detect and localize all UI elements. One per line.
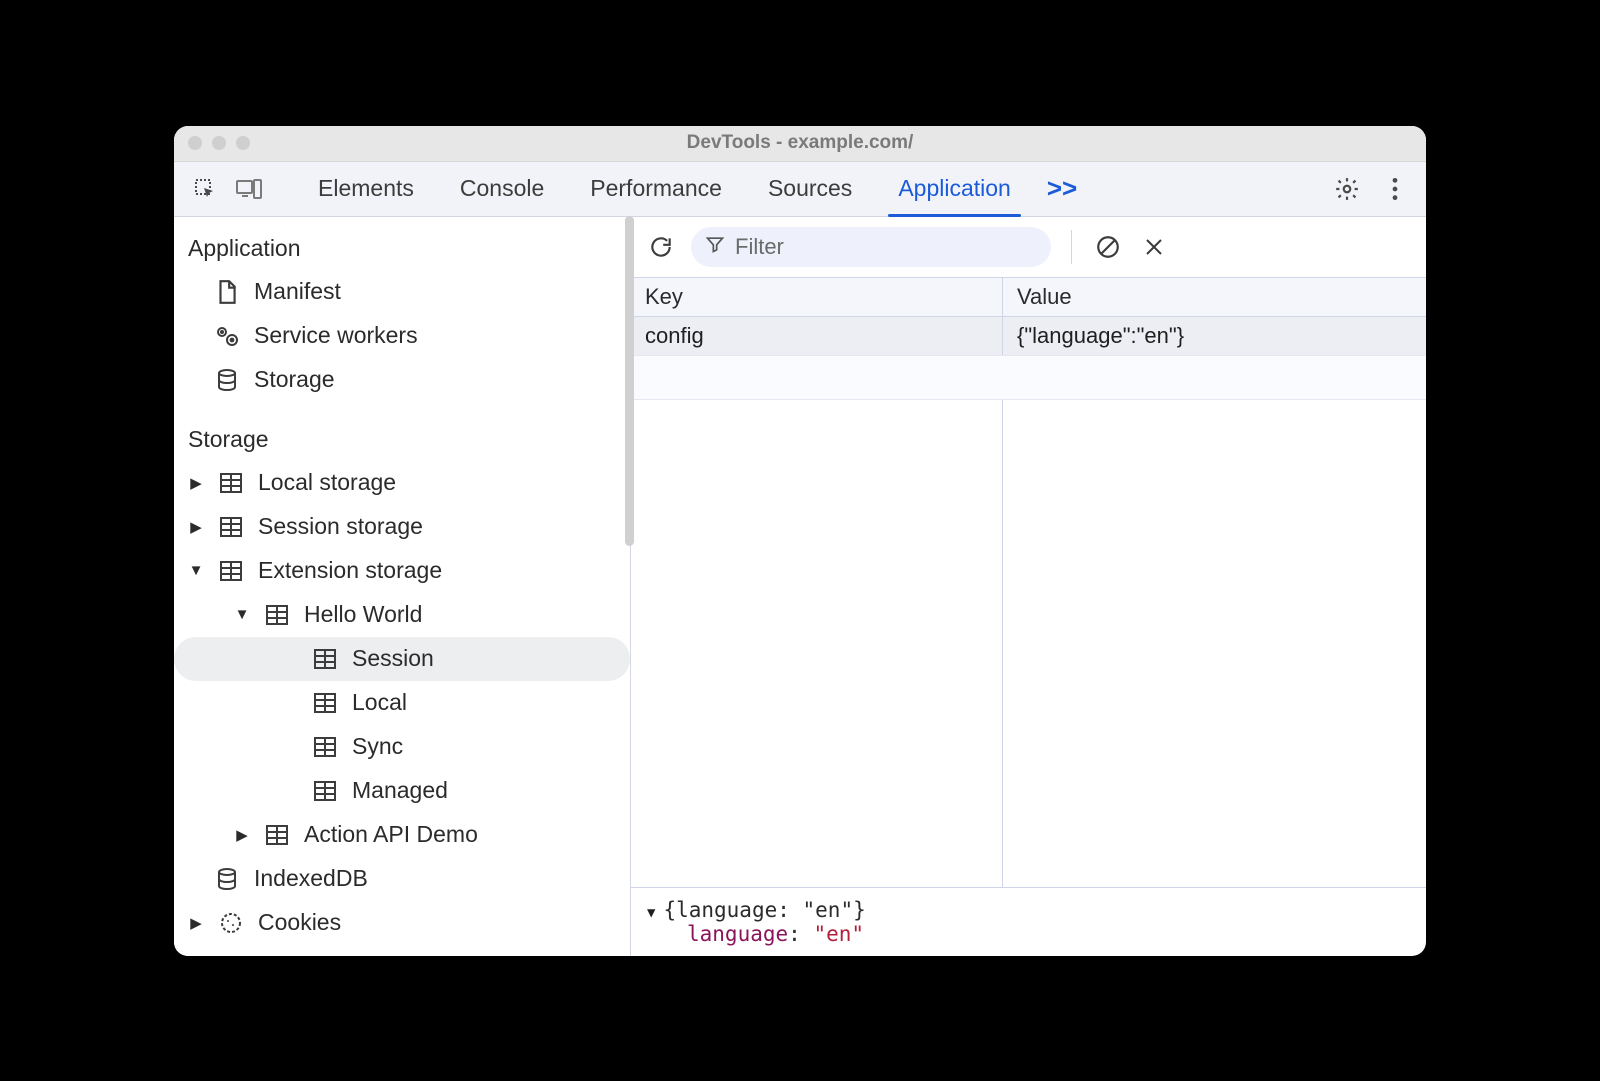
sidebar-item-label: Hello World	[304, 601, 422, 628]
clear-all-icon[interactable]	[1092, 231, 1124, 263]
devtools-window: DevTools - example.com/ Elements Console…	[174, 126, 1426, 956]
filter-icon	[705, 234, 725, 260]
document-icon	[214, 279, 240, 305]
sidebar-heading-storage: Storage	[174, 418, 630, 461]
sidebar-item-label: Local	[352, 689, 407, 716]
property-value: "en"	[813, 922, 864, 946]
delete-icon[interactable]	[1138, 231, 1170, 263]
inspect-element-icon[interactable]	[186, 170, 224, 208]
sidebar-item-service-workers[interactable]: Service workers	[174, 314, 630, 358]
cookie-icon	[218, 910, 244, 936]
traffic-lights[interactable]	[188, 136, 250, 150]
window-title: DevTools - example.com/	[687, 132, 914, 154]
sidebar-item-label: Manifest	[254, 278, 341, 305]
sidebar-item-extension-storage[interactable]: ▼ Extension storage	[174, 549, 630, 593]
sidebar-item-hello-world[interactable]: ▼ Hello World	[174, 593, 630, 637]
filter-input[interactable]	[735, 234, 1033, 260]
sidebar-item-sync[interactable]: Sync	[174, 725, 630, 769]
sidebar-item-local-storage[interactable]: ▶ Local storage	[174, 461, 630, 505]
database-icon	[214, 367, 240, 393]
tab-console[interactable]: Console	[440, 162, 564, 216]
storage-toolbar	[631, 217, 1426, 278]
sidebar-item-session[interactable]: Session	[174, 637, 630, 681]
chevron-down-icon: ▼	[647, 905, 655, 921]
table-row[interactable]: config {"language":"en"}	[631, 317, 1426, 356]
sidebar-item-label: Sync	[352, 733, 403, 760]
filter-input-wrap[interactable]	[691, 227, 1051, 267]
table-icon	[312, 734, 338, 760]
sidebar-item-action-api-demo[interactable]: ▶ Action API Demo	[174, 813, 630, 857]
window-titlebar: DevTools - example.com/	[174, 126, 1426, 162]
table-spacer	[631, 400, 1426, 887]
device-toolbar-icon[interactable]	[230, 170, 268, 208]
object-summary[interactable]: ▼{language: "en"}	[647, 898, 1410, 922]
column-header-key[interactable]: Key	[631, 278, 1003, 316]
tab-performance[interactable]: Performance	[570, 162, 742, 216]
property-key: language	[687, 922, 788, 946]
more-tabs-icon[interactable]: >>	[1037, 173, 1087, 204]
tab-application[interactable]: Application	[878, 162, 1031, 216]
sidebar-item-label: Local storage	[258, 469, 396, 496]
chevron-right-icon: ▶	[234, 826, 250, 844]
tab-elements[interactable]: Elements	[298, 162, 434, 216]
sidebar-item-local[interactable]: Local	[174, 681, 630, 725]
storage-table-header: Key Value	[631, 278, 1426, 317]
zoom-window-icon[interactable]	[236, 136, 250, 150]
table-icon	[312, 778, 338, 804]
storage-table-body: config {"language":"en"}	[631, 317, 1426, 400]
sidebar-item-cookies[interactable]: ▶ Cookies	[174, 901, 630, 945]
sidebar-heading-application: Application	[174, 227, 630, 270]
sidebar-item-label: Session	[352, 645, 434, 672]
refresh-icon[interactable]	[645, 231, 677, 263]
settings-icon[interactable]	[1328, 170, 1366, 208]
table-icon	[264, 822, 290, 848]
object-property[interactable]: language: "en"	[647, 922, 1410, 946]
table-icon	[218, 470, 244, 496]
table-icon	[218, 514, 244, 540]
sidebar-item-session-storage[interactable]: ▶ Session storage	[174, 505, 630, 549]
sidebar-item-indexeddb[interactable]: IndexedDB	[174, 857, 630, 901]
chevron-right-icon: ▶	[188, 474, 204, 492]
value-preview-panel: ▼{language: "en"} language: "en"	[631, 887, 1426, 956]
devtools-tabbar: Elements Console Performance Sources App…	[174, 162, 1426, 217]
empty-row	[631, 356, 1426, 400]
sidebar-item-label: Managed	[352, 777, 448, 804]
column-header-value[interactable]: Value	[1003, 278, 1426, 316]
sidebar-item-managed[interactable]: Managed	[174, 769, 630, 813]
sidebar-item-label: IndexedDB	[254, 865, 368, 892]
table-icon	[264, 602, 290, 628]
table-icon	[218, 558, 244, 584]
gears-icon	[214, 323, 240, 349]
cell-key[interactable]: config	[631, 317, 1003, 355]
sidebar-item-label: Storage	[254, 366, 335, 393]
chevron-down-icon: ▼	[234, 606, 250, 623]
chevron-right-icon: ▶	[188, 518, 204, 536]
tab-sources[interactable]: Sources	[748, 162, 872, 216]
kebab-menu-icon[interactable]	[1376, 170, 1414, 208]
table-icon	[312, 646, 338, 672]
close-window-icon[interactable]	[188, 136, 202, 150]
storage-detail-panel: Key Value config {"language":"en"} ▼{lan…	[631, 217, 1426, 956]
application-sidebar: Application Manifest Service workers Sto…	[174, 217, 631, 956]
minimize-window-icon[interactable]	[212, 136, 226, 150]
sidebar-item-storage[interactable]: Storage	[174, 358, 630, 402]
sidebar-item-label: Session storage	[258, 513, 423, 540]
sidebar-item-label: Extension storage	[258, 557, 442, 584]
sidebar-item-label: Cookies	[258, 909, 341, 936]
toolbar-divider	[1071, 230, 1072, 264]
sidebar-item-label: Service workers	[254, 322, 418, 349]
sidebar-item-label: Action API Demo	[304, 821, 478, 848]
cell-value[interactable]: {"language":"en"}	[1003, 317, 1426, 355]
chevron-right-icon: ▶	[188, 914, 204, 932]
chevron-down-icon: ▼	[188, 562, 204, 579]
sidebar-item-manifest[interactable]: Manifest	[174, 270, 630, 314]
database-icon	[214, 866, 240, 892]
table-icon	[312, 690, 338, 716]
sidebar-scrollbar[interactable]	[625, 216, 634, 546]
